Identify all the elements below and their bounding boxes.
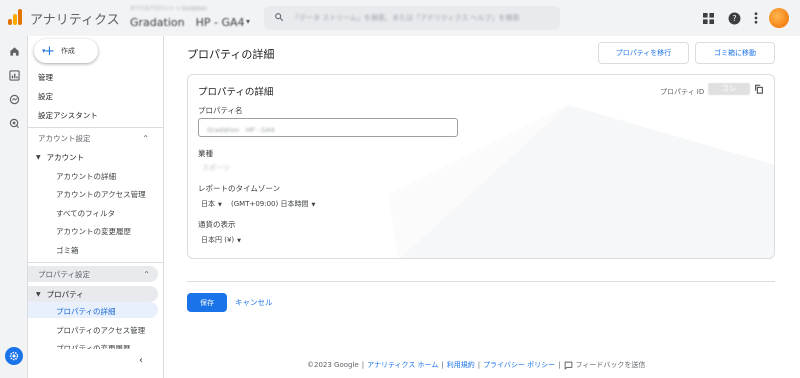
explore-icon[interactable] bbox=[7, 92, 21, 106]
copy-icon[interactable] bbox=[754, 84, 764, 94]
property-name-value: Gradation HP - GA4 bbox=[207, 126, 275, 134]
caret-down-icon: ▼ bbox=[36, 153, 41, 161]
account-selector[interactable]: Gradation HP - GA4 bbox=[130, 14, 245, 30]
cancel-button[interactable]: キャンセル bbox=[235, 297, 273, 308]
nav-item-property-details[interactable]: プロパティの詳細 bbox=[56, 306, 116, 317]
timezone-select[interactable]: (GMT+09:00) 日本時間 ▼ bbox=[231, 199, 315, 209]
account-group-label: アカウント bbox=[46, 152, 85, 162]
reports-icon[interactable] bbox=[7, 68, 21, 82]
nav-item-all-filters[interactable]: すべてのフィルタ bbox=[56, 208, 115, 219]
account-settings-header[interactable]: アカウント設定 ⌃ bbox=[28, 130, 163, 146]
property-name-label: プロパティ名 bbox=[198, 106, 243, 115]
divider bbox=[187, 281, 775, 282]
search-input[interactable]: 「データ ストリーム」を検索、または「アナリティクス ヘルプ」を検索 bbox=[264, 6, 560, 30]
nav-item-trash[interactable]: ゴミ箱 bbox=[56, 245, 79, 256]
currency-label: 通貨の表示 bbox=[198, 220, 236, 229]
property-group-label: プロパティ bbox=[46, 289, 84, 299]
advertising-icon[interactable] bbox=[7, 116, 21, 130]
privacy-link[interactable]: プライバシー ポリシー bbox=[483, 360, 555, 370]
property-id-value: コレ bbox=[708, 83, 750, 95]
timezone-label: レポートのタイムゾーン bbox=[198, 184, 280, 193]
save-button[interactable]: 保存 bbox=[187, 293, 227, 312]
account-group[interactable]: ▼ アカウント bbox=[28, 149, 158, 165]
footer-separator: | bbox=[558, 361, 561, 369]
search-icon bbox=[275, 13, 284, 22]
admin-gear-icon[interactable] bbox=[5, 347, 23, 365]
divider bbox=[28, 262, 163, 263]
feedback-link[interactable]: フィードバックを送信 bbox=[576, 360, 646, 370]
search-placeholder: 「データ ストリーム」を検索、または「アナリティクス ヘルプ」を検索 bbox=[292, 14, 520, 22]
account-settings-label: アカウント設定 bbox=[38, 133, 91, 143]
property-group[interactable]: ▼ プロパティ bbox=[28, 286, 158, 302]
app-title: アナリティクス bbox=[30, 13, 120, 28]
caret-down-icon: ▼ bbox=[218, 202, 222, 208]
feedback-icon bbox=[564, 361, 572, 370]
nav-item-account-history[interactable]: アカウントの変更履歴 bbox=[56, 226, 131, 237]
caret-down-icon: ▼ bbox=[237, 238, 241, 244]
property-settings-header[interactable]: プロパティ設定 ⌃ bbox=[28, 266, 158, 282]
chevron-up-icon: ⌃ bbox=[143, 269, 150, 279]
nav-item-property-history[interactable]: プロパティの変更履歴 bbox=[56, 343, 131, 349]
collapse-nav-icon[interactable]: ‹ bbox=[139, 355, 143, 366]
nav-item-property-access[interactable]: プロパティのアクセス管理 bbox=[56, 325, 145, 336]
create-button[interactable]: + 作成 ▾ bbox=[34, 39, 98, 63]
chevron-down-icon[interactable]: ▾ bbox=[246, 17, 250, 26]
avatar[interactable] bbox=[769, 8, 789, 28]
help-icon[interactable]: ? bbox=[726, 10, 742, 26]
card-background-decoration bbox=[388, 105, 774, 258]
nav-item-account-details[interactable]: アカウントの詳細 bbox=[56, 171, 116, 182]
move-to-trash-button[interactable]: ゴミ箱に移動 bbox=[695, 42, 775, 64]
card-title: プロパティの詳細 bbox=[198, 87, 274, 98]
caret-down-icon: ▾ bbox=[42, 47, 46, 55]
svg-text:?: ? bbox=[732, 14, 736, 23]
property-details-card: プロパティの詳細 プロパティ ID コレ プロパティ名 Gradation HP… bbox=[187, 74, 775, 259]
analytics-logo[interactable] bbox=[8, 9, 22, 25]
nav-item-admin[interactable]: 管理 bbox=[38, 72, 53, 83]
create-label: 作成 bbox=[60, 47, 75, 55]
chevron-up-icon: ⌃ bbox=[142, 133, 149, 143]
timezone-value: (GMT+09:00) 日本時間 bbox=[231, 200, 309, 208]
caret-down-icon: ▼ bbox=[36, 290, 41, 298]
property-name-field[interactable]: Gradation HP - GA4 bbox=[198, 118, 458, 137]
caret-down-icon: ▼ bbox=[311, 202, 316, 208]
footer: ©2023 Google | アナリティクス ホーム | 利用規約 | プライバ… bbox=[307, 360, 645, 370]
copyright: ©2023 Google bbox=[307, 361, 359, 369]
account-breadcrumb[interactable]: すべてのアカウント > Gradation bbox=[130, 5, 207, 12]
property-id-label: プロパティ ID bbox=[660, 88, 705, 96]
footer-separator: | bbox=[441, 361, 444, 369]
admin-nav: + 作成 ▾ 管理 設定 設定アシスタント アカウント設定 ⌃ ▼ アカウント … bbox=[28, 36, 164, 378]
apps-grid-icon[interactable] bbox=[700, 10, 716, 26]
industry-select[interactable]: スポーツ bbox=[202, 163, 230, 173]
page-title: プロパティの詳細 bbox=[187, 48, 275, 61]
terms-link[interactable]: 利用規約 bbox=[447, 360, 475, 370]
footer-separator: | bbox=[361, 361, 365, 369]
nav-item-settings[interactable]: 設定 bbox=[38, 91, 53, 102]
move-property-button[interactable]: プロパティを移行 bbox=[598, 42, 689, 64]
timezone-country-select[interactable]: 日本 ▼ bbox=[201, 199, 222, 209]
divider bbox=[28, 127, 163, 128]
home-icon[interactable] bbox=[7, 44, 21, 58]
main-content: プロパティの詳細 プロパティを移行 ゴミ箱に移動 プロパティの詳細 プロパティ … bbox=[164, 36, 800, 378]
left-rail bbox=[0, 36, 28, 378]
industry-label: 業種 bbox=[198, 149, 213, 158]
property-settings-label: プロパティ設定 bbox=[38, 269, 91, 279]
nav-item-setup-assistant[interactable]: 設定アシスタント bbox=[38, 110, 98, 121]
nav-item-account-access[interactable]: アカウントのアクセス管理 bbox=[56, 189, 146, 200]
analytics-home-link[interactable]: アナリティクス ホーム bbox=[367, 360, 438, 370]
footer-separator: | bbox=[477, 361, 481, 369]
currency-value: 日本円 (¥) bbox=[201, 236, 235, 244]
more-vert-icon[interactable] bbox=[748, 10, 764, 26]
currency-select[interactable]: 日本円 (¥) ▼ bbox=[201, 235, 241, 245]
top-bar: アナリティクス すべてのアカウント > Gradation Gradation … bbox=[0, 0, 800, 36]
timezone-country-value: 日本 bbox=[201, 200, 215, 208]
